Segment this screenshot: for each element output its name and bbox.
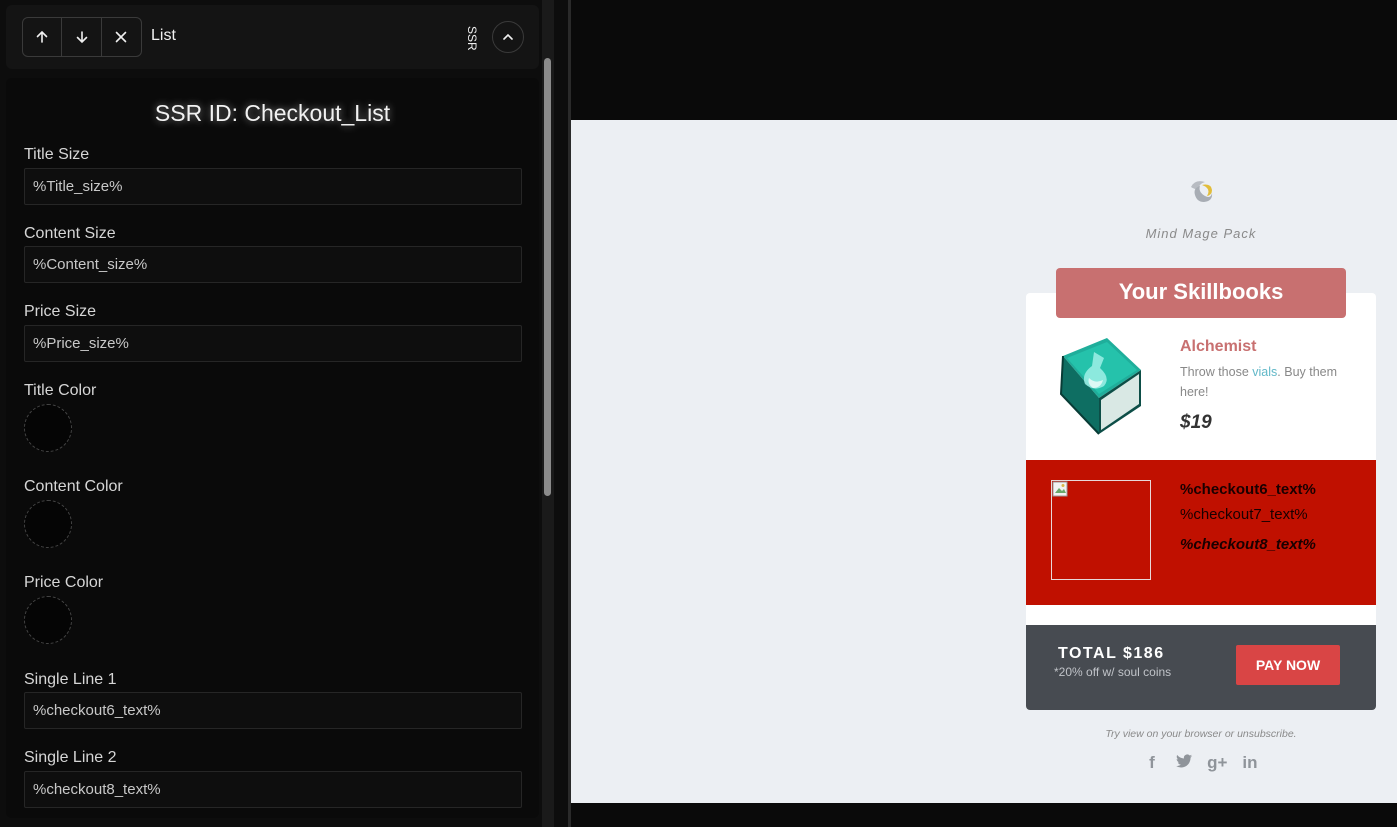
price-size-input[interactable]: %Price_size% xyxy=(24,325,522,362)
content-size-label: Content Size xyxy=(24,225,116,242)
item-1-price: $19 xyxy=(1180,412,1212,433)
single-line-1-label: Single Line 1 xyxy=(24,671,117,688)
total-discount-note: *20% off w/ soul coins xyxy=(1054,665,1172,679)
brand-name: Mind Mage Pack xyxy=(1145,226,1257,241)
title-size-input[interactable]: %Title_size% xyxy=(24,168,522,205)
ssr-id-heading: SSR ID: Checkout_List xyxy=(154,100,391,126)
twitter-icon[interactable] xyxy=(1174,753,1196,773)
preview-bottom-margin xyxy=(571,803,1397,827)
single-line-2-label: Single Line 2 xyxy=(24,749,117,766)
move-up-button[interactable] xyxy=(23,18,63,56)
item-2-price: %checkout8_text% xyxy=(1180,536,1316,553)
item-2-title: %checkout6_text% xyxy=(1180,481,1316,498)
remove-button[interactable] xyxy=(102,18,141,56)
title-color-swatch[interactable] xyxy=(24,404,72,452)
item-1-title: Alchemist xyxy=(1180,338,1257,355)
item-1-desc-before: Throw those xyxy=(1180,365,1253,379)
editor-panel: List SSR SSR ID: Checkout_List Title Siz… xyxy=(0,0,542,827)
google-plus-icon[interactable]: g+ xyxy=(1206,753,1228,773)
preview-top-margin xyxy=(571,0,1397,120)
broken-image-icon xyxy=(1052,481,1068,497)
move-down-button[interactable] xyxy=(62,18,102,56)
scrollbar-thumb[interactable] xyxy=(544,58,551,496)
item-2-description: %checkout7_text% xyxy=(1180,506,1308,523)
single-line-2-input[interactable]: %checkout8_text% xyxy=(24,771,522,808)
arrow-up-icon xyxy=(36,30,48,43)
properties-form: SSR ID: Checkout_List Title Size %Title_… xyxy=(6,78,539,818)
ssr-toggle[interactable]: SSR xyxy=(465,23,479,53)
chevron-up-icon xyxy=(503,33,513,40)
editor-toolbar: List SSR xyxy=(6,5,539,69)
total-amount: TOTAL $186 xyxy=(1058,645,1165,662)
card-header: Your Skillbooks xyxy=(1056,268,1346,318)
arrow-down-icon xyxy=(76,31,87,44)
brand-logo-icon xyxy=(1191,181,1213,202)
move-button-group xyxy=(22,17,142,57)
block-title: List xyxy=(151,27,176,44)
price-color-swatch[interactable] xyxy=(24,596,72,644)
title-color-label: Title Color xyxy=(24,382,97,399)
item-1-desc-link[interactable]: vials xyxy=(1252,365,1277,379)
pay-now-button[interactable]: PAY NOW xyxy=(1236,645,1340,685)
content-size-input[interactable]: %Content_size% xyxy=(24,246,522,283)
content-color-label: Content Color xyxy=(24,478,123,495)
close-icon xyxy=(116,31,127,43)
social-links: f g+ in xyxy=(1141,752,1261,774)
email-preview: Mind Mage Pack Your Skillbooks Alchemist… xyxy=(571,120,1397,803)
price-size-label: Price Size xyxy=(24,303,97,320)
footer-note[interactable]: Try view on your browser or unsubscribe. xyxy=(1051,728,1351,740)
skillbook-image xyxy=(1059,338,1141,435)
title-size-label: Title Size xyxy=(24,146,90,163)
collapse-button[interactable] xyxy=(492,21,524,53)
facebook-icon[interactable]: f xyxy=(1141,753,1163,773)
content-color-swatch[interactable] xyxy=(24,500,72,548)
linkedin-icon[interactable]: in xyxy=(1239,753,1261,773)
price-color-label: Price Color xyxy=(24,574,104,591)
item-1-description: Throw those vials. Buy them here! xyxy=(1180,362,1350,402)
single-line-1-input[interactable]: %checkout6_text% xyxy=(24,692,522,729)
